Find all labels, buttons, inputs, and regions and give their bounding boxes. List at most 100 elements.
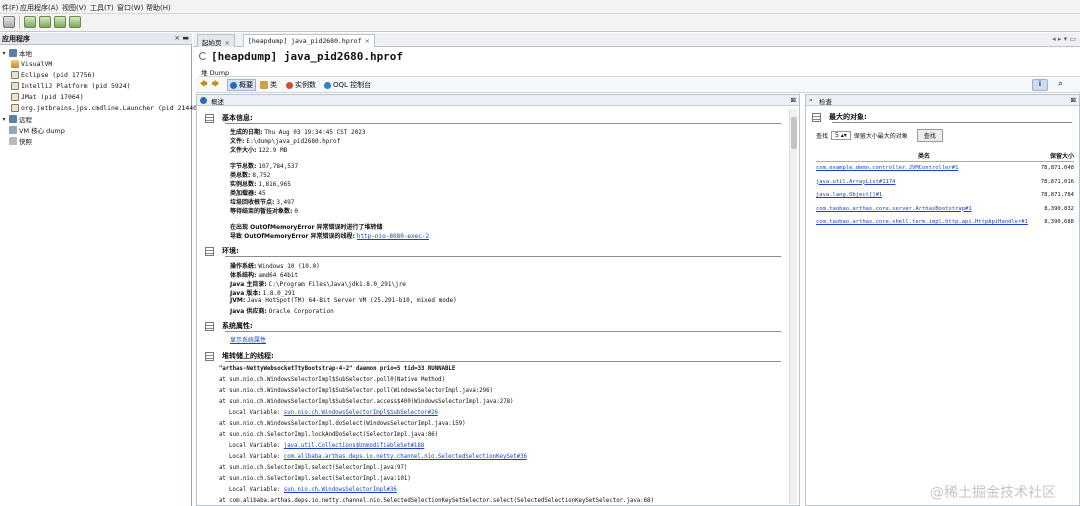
section-icon bbox=[205, 113, 214, 123]
oom-thread-link[interactable]: http-nio-8080-exec-2 bbox=[357, 233, 429, 240]
classes-label: 类 bbox=[270, 81, 277, 89]
tree-item-launcher[interactable]: org.jetbrains.jps.cmdline.Launcher (pid … bbox=[11, 103, 201, 113]
classes-icon bbox=[260, 81, 268, 89]
snapshot-icon bbox=[9, 137, 17, 145]
thread-line-text: at sun.nio.ch.WindowsSelectorImpl$SubSel… bbox=[219, 399, 514, 405]
menu-bar: 件(F) 应用程序(A) 视图(V) 工具(T) 窗口(W) 帮助(H) bbox=[0, 0, 1080, 14]
table-row[interactable]: com.taobao.arthas.core.shell.term.impl.h… bbox=[816, 217, 1074, 228]
tree-item-snapshots[interactable]: 快照 bbox=[1, 136, 32, 146]
tree-item-visualvm[interactable]: VisualVM bbox=[11, 59, 52, 69]
object-class-link[interactable]: java.util.ArrayList#1174 bbox=[816, 179, 895, 185]
add-jmx-icon[interactable] bbox=[24, 16, 36, 28]
divider bbox=[832, 122, 1072, 123]
menu-window[interactable]: 窗口(W) bbox=[117, 3, 143, 13]
applications-panel-title: 应用程序 bbox=[2, 35, 30, 43]
search-icon: ⌕ bbox=[809, 96, 813, 104]
inspect-info-button[interactable]: i bbox=[1032, 79, 1048, 91]
overview-panel: 概述 ⊠ 基本信息: 生成的日期: Thu Aug 03 19:34:45 CS… bbox=[196, 94, 800, 506]
tree-item-jmat[interactable]: JMat (pid 17064) bbox=[11, 92, 84, 102]
thread-line: at sun.nio.ch.WindowsSelectorImpl.doSele… bbox=[219, 421, 466, 427]
find-suffix-label: 保留大小最大的对象 bbox=[853, 133, 908, 140]
coredump-icon bbox=[9, 126, 17, 134]
thread-line-text: at sun.nio.ch.WindowsSelectorImpl$SubSel… bbox=[219, 388, 493, 394]
jvm-row: JVM: Java HotSpot(TM) 64-Bit Server VM (… bbox=[230, 297, 457, 304]
object-class-link[interactable]: com.taobao.arthas.core.server.ArthasBoot… bbox=[816, 206, 972, 212]
forward-arrow-icon[interactable]: 🡆 bbox=[212, 80, 219, 91]
table-row[interactable]: java.util.ArrayList#1174 78,871,016 bbox=[816, 177, 1074, 188]
find-count-spinner[interactable]: 5 ▴▾ bbox=[831, 131, 851, 140]
object-class-link[interactable]: com.taobao.arthas.core.shell.term.impl.h… bbox=[816, 219, 1028, 225]
retained-size-value: 8,390,832 bbox=[1044, 205, 1074, 212]
divider bbox=[816, 161, 1074, 162]
local-variable-link[interactable]: sun.nio.ch.WindowsSelectorImpl#36 bbox=[284, 487, 397, 493]
created-date-row: 生成的日期: Thu Aug 03 19:34:45 CST 2023 bbox=[230, 129, 366, 136]
threads-section: 堆转储上的线程: bbox=[205, 351, 274, 361]
inspect-panel-header: ⌕ 检查 ⊠ bbox=[806, 95, 1079, 106]
open-file-icon[interactable] bbox=[3, 16, 15, 28]
heap-dump-subtab[interactable]: 堆 Dump bbox=[199, 66, 1080, 77]
menu-file[interactable]: 件(F) bbox=[2, 3, 19, 13]
table-row[interactable]: com.example.demo.controller.JVMControlle… bbox=[816, 163, 1074, 174]
tree-item-label: Eclipse (pid 17756) bbox=[21, 71, 96, 79]
local-variable-link[interactable]: com.alibaba.arthas.deps.io.netty.channel… bbox=[284, 454, 527, 460]
tree-item-local[interactable]: ▾ 本地 bbox=[1, 48, 32, 58]
find-button[interactable]: 查找 bbox=[916, 129, 943, 142]
tree-item-eclipse[interactable]: Eclipse (pid 17756) bbox=[11, 70, 95, 80]
show-system-properties-link[interactable]: 显示系统属性 bbox=[230, 335, 266, 344]
panel-window-controls[interactable]: × ▬ bbox=[174, 34, 189, 42]
menu-help[interactable]: 帮助(H) bbox=[146, 3, 171, 13]
java-vendor-row: Java 供应商: Oracle Corporation bbox=[230, 308, 334, 315]
file-size-row: 文件大小: 122.9 MB bbox=[230, 147, 288, 154]
close-icon[interactable]: × bbox=[365, 37, 370, 45]
classes-button[interactable]: 类 bbox=[260, 80, 277, 90]
object-class-link[interactable]: com.example.demo.controller.JVMControlle… bbox=[816, 165, 958, 171]
section-heading: 基本信息: bbox=[222, 114, 253, 122]
instances-label: 实例数 bbox=[295, 81, 316, 89]
scrollbar-thumb[interactable] bbox=[791, 117, 797, 149]
oql-label: OQL 控制台 bbox=[333, 81, 372, 89]
tab-scroll-controls[interactable]: ◂ ▸ ▾ ▭ bbox=[1052, 35, 1076, 43]
total-bytes-row: 字节总数: 107,784,537 bbox=[230, 163, 299, 170]
table-row[interactable]: com.taobao.arthas.core.server.ArthasBoot… bbox=[816, 204, 1074, 215]
collapse-icon[interactable]: ▾ bbox=[1, 50, 7, 57]
tree-item-intellij[interactable]: IntelliJ Platform (pid 5924) bbox=[11, 81, 131, 91]
table-row[interactable]: java.lang.Object[]#1 78,871,784 bbox=[816, 190, 1074, 201]
thread-line-text: Local Variable: bbox=[229, 454, 284, 460]
local-variable-link[interactable]: java.util.Collections$UnmodifiableSet#18… bbox=[284, 443, 424, 449]
tree-item-vm-dump[interactable]: VM 核心 dump bbox=[1, 125, 65, 135]
menu-view[interactable]: 视图(V) bbox=[62, 3, 86, 13]
document-tab-strip: 起始页 × [heapdump] java_pid2680.hprof × ◂ ▸ … bbox=[193, 33, 1080, 47]
thread-line-text: Local Variable: bbox=[229, 443, 284, 449]
back-arrow-icon[interactable]: 🡄 bbox=[200, 80, 207, 91]
summary-button[interactable]: 概要 bbox=[227, 79, 256, 91]
thread-line-text: at com.alibaba.arthas.deps.io.netty.chan… bbox=[219, 498, 654, 504]
tab-start-page[interactable]: 起始页 × bbox=[197, 34, 235, 47]
add-vm-coredump-icon[interactable] bbox=[54, 16, 66, 28]
tree-item-remote[interactable]: ▾ 远程 bbox=[1, 114, 32, 124]
thread-line: at com.alibaba.arthas.deps.io.netty.chan… bbox=[219, 498, 654, 504]
close-icon[interactable]: × bbox=[225, 39, 230, 47]
menu-applications[interactable]: 应用程序(A) bbox=[20, 3, 58, 13]
local-variable-link[interactable]: sun.nio.ch.WindowsSelectorImpl$SubSelect… bbox=[284, 410, 438, 416]
add-remote-host-icon[interactable] bbox=[39, 16, 51, 28]
tab-heapdump[interactable]: [heapdump] java_pid2680.hprof × bbox=[243, 34, 375, 47]
menu-tools[interactable]: 工具(T) bbox=[90, 3, 114, 13]
thread-line-text: at sun.nio.ch.SelectorImpl.select(Select… bbox=[219, 465, 408, 471]
close-icon[interactable]: ⊠ bbox=[1071, 96, 1076, 104]
tree-item-label: JMat (pid 17064) bbox=[21, 93, 84, 101]
load-snapshot-icon[interactable] bbox=[69, 16, 81, 28]
total-instances-row: 实例总数: 1,816,965 bbox=[230, 181, 291, 188]
collapse-icon[interactable]: ▾ bbox=[1, 116, 7, 123]
thread-line: Local Variable: sun.nio.ch.WindowsSelect… bbox=[229, 410, 438, 416]
close-icon[interactable]: ⊠ bbox=[791, 96, 796, 104]
thread-line: "arthas-NettyWebsocketTtyBootstrap-4-2" … bbox=[219, 366, 455, 372]
instances-button[interactable]: 实例数 bbox=[286, 80, 316, 90]
object-class-link[interactable]: java.lang.Object[]#1 bbox=[816, 192, 882, 198]
oql-console-button[interactable]: OQL 控制台 bbox=[324, 80, 371, 90]
retained-size-value: 78,871,048 bbox=[1040, 165, 1074, 171]
search-icon[interactable]: ⌕ bbox=[1058, 79, 1063, 89]
overview-scrollbar[interactable] bbox=[789, 109, 797, 504]
classloaders-row: 类加载器: 45 bbox=[230, 190, 266, 197]
java-app-icon bbox=[11, 104, 19, 112]
visualvm-icon bbox=[11, 60, 19, 68]
